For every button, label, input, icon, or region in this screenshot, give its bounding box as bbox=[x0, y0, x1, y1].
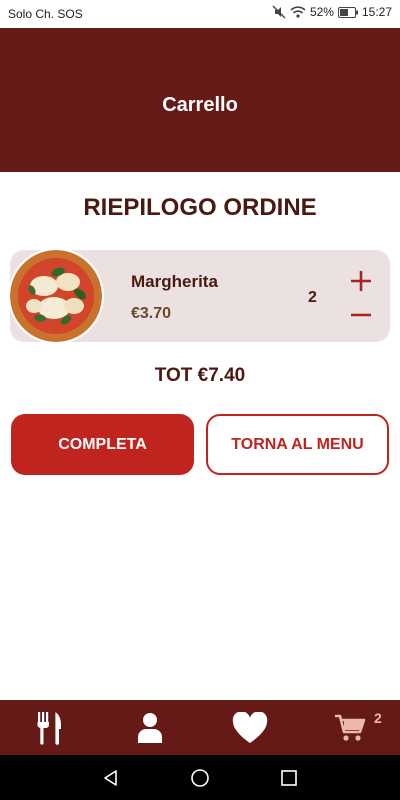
order-total: TOT €7.40 bbox=[154, 365, 246, 386]
increase-quantity-button[interactable] bbox=[348, 268, 374, 294]
status-icons: 52% 15:27 bbox=[272, 5, 392, 19]
plus-icon bbox=[351, 271, 371, 291]
nav-item-profile[interactable] bbox=[120, 700, 180, 755]
battery-icon bbox=[337, 6, 358, 18]
recents-nav-button[interactable] bbox=[277, 766, 301, 790]
nav-item-favorites[interactable] bbox=[220, 700, 280, 755]
page-title: Carrello bbox=[162, 94, 238, 116]
pizza-image bbox=[10, 250, 102, 342]
minus-icon bbox=[351, 313, 371, 317]
carrier-label: Solo Ch. SOS bbox=[8, 7, 83, 21]
back-triangle-icon bbox=[104, 770, 117, 786]
nav-item-cart[interactable] bbox=[320, 700, 380, 755]
user-icon bbox=[138, 712, 162, 743]
item-name: Margherita bbox=[131, 272, 218, 291]
complete-order-button[interactable]: COMPLETA bbox=[11, 414, 194, 475]
fork-knife-icon bbox=[37, 711, 61, 745]
cart-icon bbox=[335, 714, 366, 741]
back-to-menu-button[interactable]: TORNA AL MENU bbox=[206, 414, 389, 475]
heart-icon bbox=[232, 711, 268, 743]
pizza-image-frame bbox=[8, 248, 104, 344]
recents-square-icon bbox=[281, 770, 297, 786]
item-quantity: 2 bbox=[308, 289, 317, 306]
nav-item-menu[interactable] bbox=[20, 700, 80, 755]
mute-icon bbox=[272, 5, 286, 19]
wifi-icon bbox=[290, 5, 306, 19]
cart-count-badge: 2 bbox=[374, 710, 382, 726]
decrease-quantity-button[interactable] bbox=[348, 302, 374, 328]
battery-percent: 52% bbox=[309, 5, 334, 19]
home-nav-button[interactable] bbox=[188, 766, 212, 790]
item-price: €3.70 bbox=[131, 305, 172, 322]
clock: 15:27 bbox=[361, 5, 392, 19]
app-bar: Carrello bbox=[0, 28, 400, 172]
back-nav-button[interactable] bbox=[99, 766, 123, 790]
home-circle-icon bbox=[191, 769, 209, 787]
bottom-nav bbox=[0, 700, 400, 755]
system-nav-bar bbox=[0, 755, 400, 800]
status-bar: Solo Ch. SOS 52% 15:27 bbox=[0, 0, 400, 28]
order-summary-title: RIEPILOGO ORDINE bbox=[83, 194, 317, 221]
